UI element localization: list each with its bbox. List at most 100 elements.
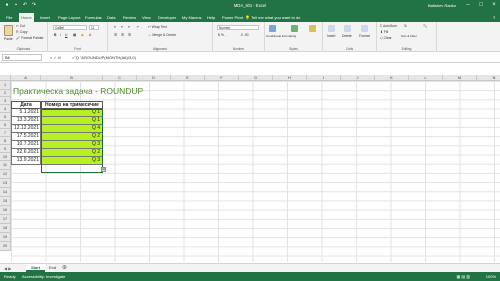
format-cells-icon[interactable] <box>361 25 368 32</box>
sheet-tab-start[interactable]: Start <box>26 264 46 272</box>
row-header-8[interactable]: 8 <box>0 137 11 145</box>
currency-icon[interactable]: $ % , <box>218 33 226 37</box>
conditional-formatting-label[interactable]: Conditional Formatting <box>266 34 296 38</box>
header-date[interactable]: Дата <box>11 101 41 109</box>
copy-button[interactable]: ⎘ Copy <box>16 30 28 34</box>
add-sheet-icon[interactable]: ⊕ <box>62 264 67 272</box>
sheet-nav-arrows[interactable]: ◀ ▶ <box>4 265 11 272</box>
row-header-19[interactable]: 19 <box>0 233 11 242</box>
quarter-cell[interactable]: Q 2 <box>41 149 103 157</box>
zoom-level[interactable]: 100% <box>486 272 496 281</box>
insert-cells-icon[interactable] <box>328 25 335 32</box>
row-header-16[interactable]: 16 <box>0 206 11 215</box>
tab-formulas[interactable]: Formulas <box>83 13 104 22</box>
bold-button[interactable]: B <box>54 33 56 37</box>
quarter-cell[interactable]: Q 4 <box>41 125 103 133</box>
quarter-cell[interactable]: Q 1 <box>41 109 103 117</box>
row-header-14[interactable]: 14 <box>0 188 11 197</box>
date-cell[interactable]: 22.6.2021 <box>11 149 41 157</box>
sheet-title[interactable]: Практическа задача - ROUNDUP <box>13 86 143 96</box>
date-cell[interactable]: 17.5.2021 <box>11 133 41 141</box>
row-header-17[interactable]: 17 <box>0 215 11 224</box>
tab-developer[interactable]: Developer <box>156 13 178 22</box>
user-name[interactable]: Batishev Radko <box>428 3 456 8</box>
merge-center-button[interactable]: ⇔ Merge & Center <box>148 33 176 37</box>
row-header-10[interactable]: 10 <box>0 153 11 161</box>
tab-my-macros[interactable]: My Macros <box>180 13 204 22</box>
insert-cells-label[interactable]: Insert <box>327 34 335 38</box>
quarter-cell[interactable]: Q 3 <box>41 157 103 165</box>
row-header-5[interactable]: 5 <box>0 113 11 121</box>
row-header-12[interactable]: 12 <box>0 170 11 179</box>
tab-insert[interactable]: Insert <box>38 13 52 22</box>
row-header-11[interactable]: 11 <box>0 161 11 170</box>
quarter-cell[interactable]: Q 2 <box>41 133 103 141</box>
italic-button[interactable]: I <box>60 33 61 37</box>
row-header-4[interactable]: 4 <box>0 105 11 113</box>
tab-page-layout[interactable]: Page Layout <box>56 13 82 22</box>
tab-help[interactable]: Help <box>205 13 217 22</box>
formula-input[interactable]: ="Q "&ROUNDUP(MONTH(A6)/3,0) <box>72 54 136 61</box>
find-select-icon[interactable]: 🔍 <box>423 24 427 28</box>
align-center-icon[interactable]: ☰ <box>121 33 124 37</box>
row-header-15[interactable]: 15 <box>0 197 11 206</box>
cut-button[interactable]: ✂ Cut <box>16 24 25 28</box>
tab-home[interactable]: Home <box>19 13 34 22</box>
orientation-icon[interactable]: ↗ <box>136 25 139 29</box>
row-header-1[interactable]: 1 <box>0 81 11 90</box>
borders-icon[interactable]: ▦ <box>73 33 76 37</box>
conditional-formatting-icon[interactable] <box>269 25 276 32</box>
insert-function-button[interactable]: × ✓ fx <box>50 54 61 61</box>
autosum-button[interactable]: Σ AutoSum <box>380 24 397 28</box>
decimal-icon[interactable]: .0 .00 <box>240 33 248 37</box>
align-middle-icon[interactable]: ≡ <box>121 25 123 29</box>
underline-button[interactable]: U <box>65 33 67 37</box>
fill-button[interactable]: ⬇ Fill <box>380 30 388 34</box>
cell-styles-icon[interactable] <box>309 25 316 32</box>
date-cell[interactable]: 13.3.2021 <box>11 117 41 125</box>
date-cell[interactable]: 13.9.2021 <box>11 157 41 165</box>
tab-review[interactable]: Review <box>121 13 138 22</box>
tab-power-pivot[interactable]: Power Pivot <box>220 13 245 22</box>
quarter-cell[interactable]: Q 1 <box>41 117 103 125</box>
name-box[interactable]: B6 <box>2 54 42 61</box>
quarter-cell[interactable]: Q 3 <box>41 141 103 149</box>
number-format-select[interactable]: Number <box>217 25 259 30</box>
align-top-icon[interactable]: ≡ <box>114 25 116 29</box>
align-bottom-icon[interactable]: ≡ <box>128 25 130 29</box>
row-header-2[interactable]: 2 <box>0 90 11 97</box>
font-size-select[interactable]: 11 <box>89 25 99 30</box>
sort-filter-label[interactable]: Sort & Filter <box>401 34 417 38</box>
row-header-18[interactable]: 18 <box>0 224 11 233</box>
date-cell[interactable]: 10.7.2021 <box>11 141 41 149</box>
quick-analysis-icon[interactable]: ▤ <box>101 167 106 172</box>
wrap-text-button[interactable]: ↵ Wrap Text <box>148 25 167 29</box>
minimize-icon[interactable]: – <box>464 1 472 9</box>
paste-label[interactable]: Paste <box>4 37 13 41</box>
row-header-20[interactable]: 20 <box>0 242 11 251</box>
row-header-3[interactable]: 3 <box>0 97 11 105</box>
format-cells-label[interactable]: Format <box>359 34 370 38</box>
font-name-select[interactable]: Calibri <box>53 25 87 30</box>
delete-cells-label[interactable]: Delete <box>342 34 352 38</box>
row-header-9[interactable]: 9 <box>0 145 11 153</box>
clear-button[interactable]: ◇ Clear <box>380 36 392 40</box>
view-buttons[interactable]: ▦ ▤ ▥ <box>456 272 470 281</box>
date-cell[interactable]: 12.12.2021 <box>11 125 41 133</box>
close-icon[interactable]: × <box>490 1 498 9</box>
font-color-icon[interactable]: A <box>89 33 91 37</box>
tab-view[interactable]: View <box>140 13 153 22</box>
row-header-6[interactable]: 6 <box>0 121 11 129</box>
maximize-icon[interactable]: □ <box>477 1 485 9</box>
header-quarter[interactable]: Номер на тримесечие <box>41 101 103 109</box>
row-header-13[interactable]: 13 <box>0 179 11 188</box>
row-header-7[interactable]: 7 <box>0 129 11 137</box>
fill-color-icon[interactable]: ◆ <box>81 33 84 37</box>
sort-filter-icon[interactable]: ⇅ <box>404 24 407 28</box>
format-painter-button[interactable]: 🖌 Format Painter <box>16 36 44 40</box>
delete-cells-icon[interactable] <box>344 25 351 32</box>
align-left-icon[interactable]: ☰ <box>114 33 117 37</box>
tab-data[interactable]: Data <box>105 13 117 22</box>
sheet-tab-end[interactable]: End <box>44 264 61 272</box>
paste-icon[interactable] <box>4 25 13 36</box>
